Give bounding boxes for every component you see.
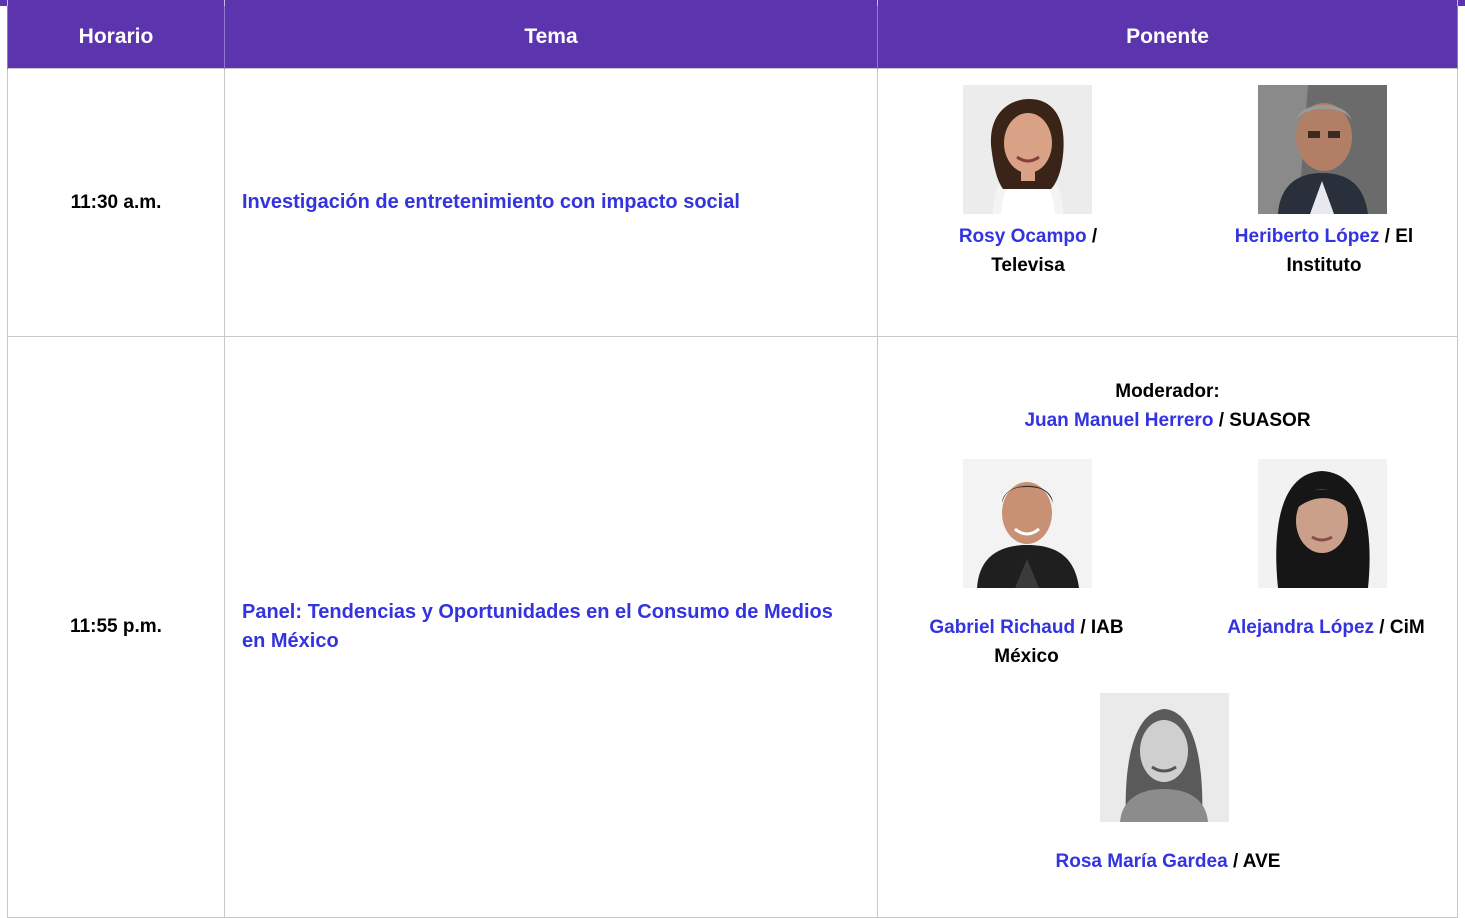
- speaker-org: /: [1086, 226, 1098, 247]
- session-topic-link[interactable]: Investigación de entretenimiento con imp…: [242, 191, 740, 213]
- speaker-photo-gabriel-richaud: [963, 459, 1092, 588]
- speaker-name-link[interactable]: Rosa María Gardea: [1056, 851, 1228, 872]
- speaker-photo-alejandra-lopez: [1258, 459, 1387, 588]
- speaker-photo-heriberto-lopez: [1258, 85, 1387, 214]
- speaker-credit: Rosy Ocampo / Televisa: [918, 222, 1138, 280]
- speaker-org: México: [994, 646, 1059, 667]
- column-header-tema: Tema: [224, 6, 878, 69]
- speaker-name-link[interactable]: Alejandra López: [1227, 617, 1374, 638]
- speakers-cell: Rosy Ocampo / Televisa Heriberto López /…: [877, 68, 1458, 337]
- session-time: 11:30 a.m.: [7, 68, 225, 337]
- moderator-org: / SUASOR: [1213, 410, 1311, 431]
- speaker-credit: Alejandra López / CiM: [1194, 613, 1458, 642]
- speaker-name-link[interactable]: Heriberto López: [1235, 226, 1380, 247]
- speaker-org: / CiM: [1374, 617, 1425, 638]
- speaker-credit: Gabriel Richaud / IAB México: [904, 613, 1149, 671]
- speaker-credit: Rosa María Gardea / AVE: [878, 847, 1458, 876]
- speaker-credit: Heriberto López / El Instituto: [1204, 222, 1444, 280]
- session-topic-link[interactable]: Panel: Tendencias y Oportunidades en el …: [242, 601, 833, 652]
- table-row: 11:30 a.m. Investigación de entretenimie…: [7, 68, 1458, 337]
- speakers-cell: Moderador: Juan Manuel Herrero / SUASOR: [877, 336, 1458, 918]
- speaker-org: Televisa: [991, 255, 1065, 276]
- session-topic-cell: Investigación de entretenimiento con imp…: [224, 68, 878, 337]
- session-topic-cell: Panel: Tendencias y Oportunidades en el …: [224, 336, 878, 918]
- moderator-name-link[interactable]: Juan Manuel Herrero: [1024, 410, 1213, 431]
- moderator-label: Moderador:: [1115, 381, 1220, 402]
- agenda-table: Horario Tema Ponente 11:30 a.m. Investig…: [7, 6, 1458, 918]
- speaker-org: / AVE: [1227, 851, 1281, 872]
- table-header-row: Horario Tema Ponente: [7, 6, 1458, 69]
- speaker-name-link[interactable]: Rosy Ocampo: [959, 226, 1087, 247]
- column-header-horario: Horario: [7, 6, 225, 69]
- speaker-name-link[interactable]: Gabriel Richaud: [929, 617, 1075, 638]
- speaker-photo-rosa-maria-gardea: [1100, 693, 1229, 822]
- speaker-org: / IAB: [1075, 617, 1124, 638]
- session-time: 11:55 p.m.: [7, 336, 225, 918]
- speaker-org: / El: [1379, 226, 1414, 247]
- table-row: 11:55 p.m. Panel: Tendencias y Oportunid…: [7, 336, 1458, 918]
- speaker-photo-rosy-ocampo: [963, 85, 1092, 214]
- moderator-credit: Moderador: Juan Manuel Herrero / SUASOR: [878, 377, 1457, 435]
- speaker-org: Instituto: [1286, 255, 1362, 276]
- column-header-ponente: Ponente: [877, 6, 1458, 69]
